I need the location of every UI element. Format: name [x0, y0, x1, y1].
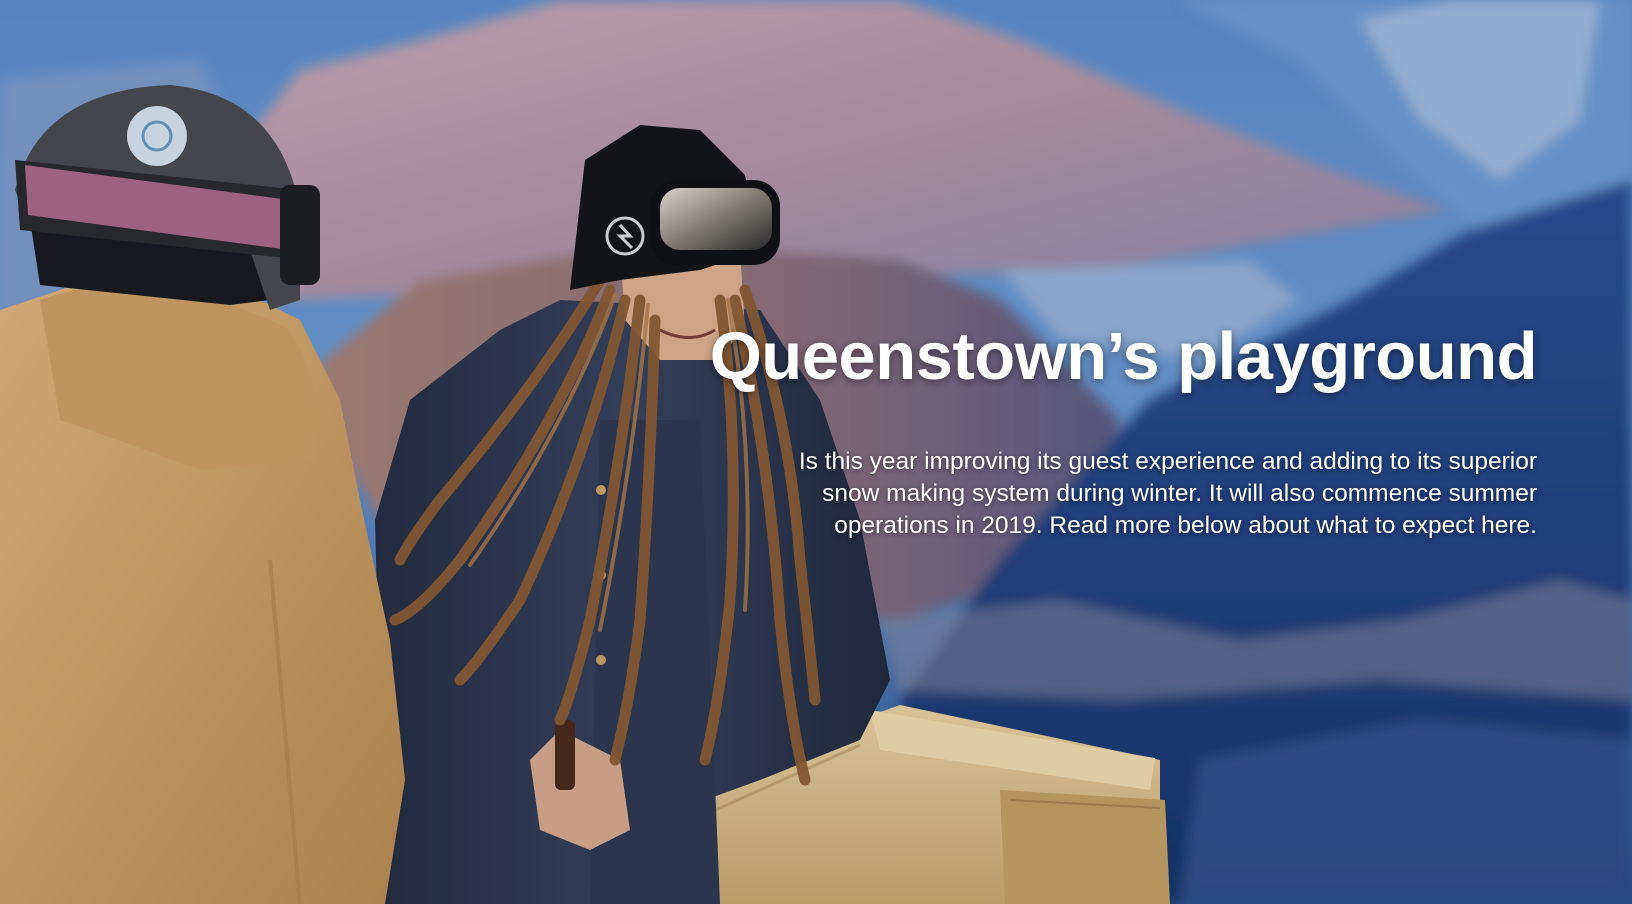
hero-title: Queenstown’s playground [709, 319, 1538, 394]
hero-text: Queenstown’s playground Is this year imp… [577, 319, 1538, 542]
hero-banner: Queenstown’s playground Is this year imp… [0, 0, 1632, 904]
hero-description: Is this year improving its guest experie… [798, 447, 1537, 539]
